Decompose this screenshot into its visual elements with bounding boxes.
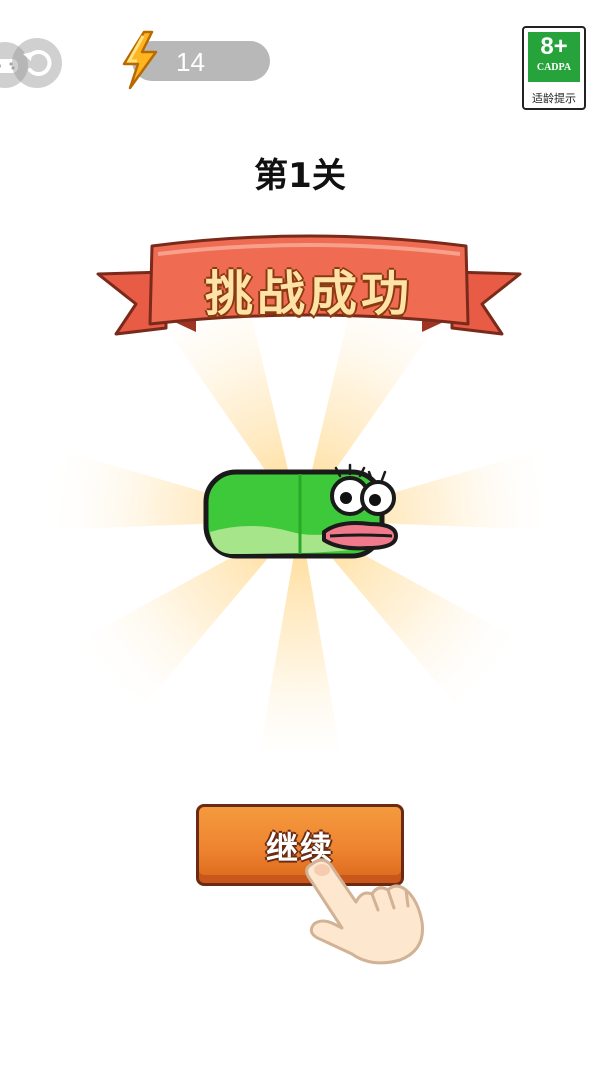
energy-count: 14 [176,47,205,77]
corner-buttons [0,36,62,96]
age-rating-block: 8+ CADPA [528,32,580,82]
caterpillar [203,463,398,559]
age-rating-note: 适龄提示 [532,92,576,105]
back-icon[interactable] [12,38,62,88]
banner-text: 挑战成功 [204,266,413,322]
level-title: 第1关 [254,156,346,196]
age-rating-org: CADPA [536,62,572,73]
success-banner: 挑战成功 [96,232,522,352]
pointing-hand-icon [305,858,425,965]
age-rating-badge: 8+ CADPA 适龄提示 [522,26,586,110]
lightning-bolt-icon [122,30,158,90]
level-complete-screen: 14 8+ CADPA 适龄提示 第1关 挑战成功 继续 [0,0,600,1066]
age-rating-number: 8+ [540,33,568,60]
